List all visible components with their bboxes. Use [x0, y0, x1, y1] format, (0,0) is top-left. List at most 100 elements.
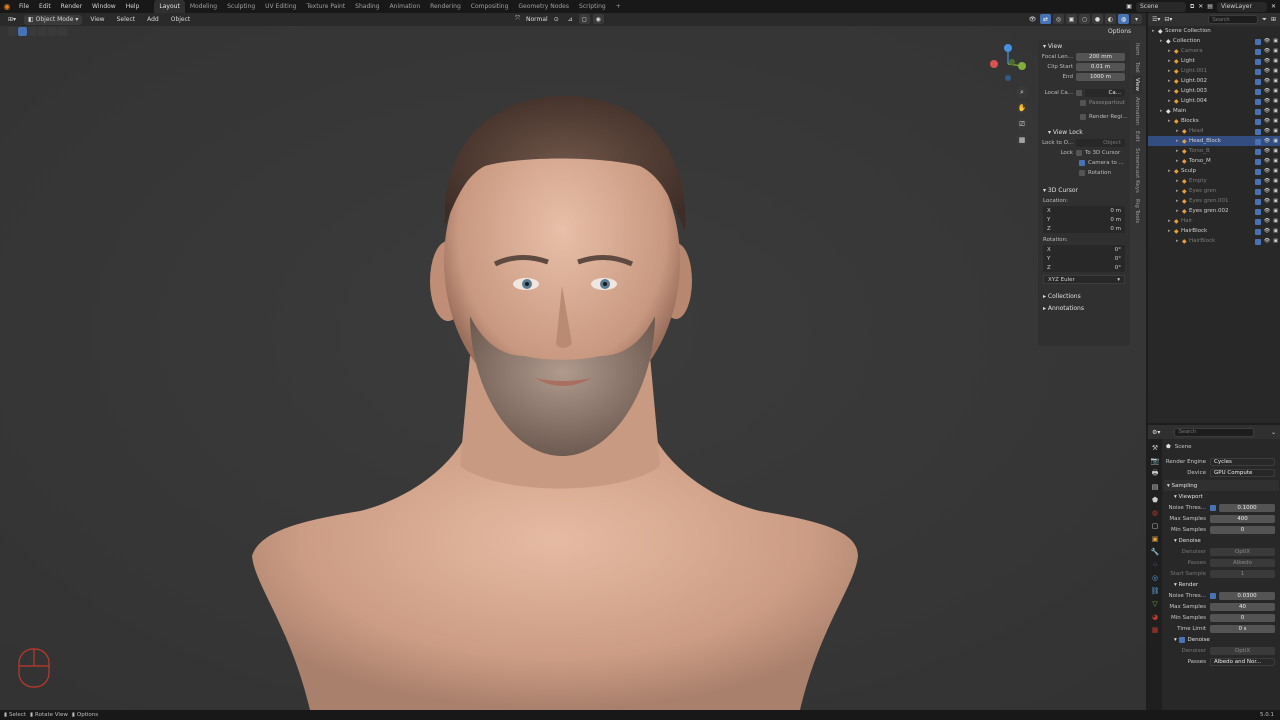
render-visibility-icon[interactable]: ▣ — [1273, 68, 1278, 75]
r-passes-dropdown[interactable]: Albedo and Nor... — [1210, 657, 1275, 666]
wireframe-shading-icon[interactable]: ○ — [1079, 14, 1090, 24]
eye-icon[interactable]: 👁 — [1264, 38, 1270, 45]
scene-tab-icon[interactable]: ⬟ — [1150, 495, 1160, 505]
exclude-checkbox[interactable] — [1254, 188, 1261, 195]
menu-help[interactable]: Help — [121, 0, 145, 13]
rotation-lock-checkbox[interactable] — [1079, 170, 1085, 176]
tab-geometry-nodes[interactable]: Geometry Nodes — [513, 0, 574, 13]
render-visibility-icon[interactable]: ▣ — [1273, 238, 1278, 245]
material-shading-icon[interactable]: ◐ — [1105, 14, 1116, 24]
clip-end-field[interactable]: 1000 m — [1076, 73, 1125, 81]
render-visibility-icon[interactable]: ▣ — [1273, 58, 1278, 65]
view-menu[interactable]: View — [86, 15, 108, 25]
eye-icon[interactable]: 👁 — [1264, 68, 1270, 75]
tab-animation-side[interactable]: Animation — [1132, 94, 1142, 128]
exclude-checkbox[interactable] — [1254, 48, 1261, 55]
material-tab-icon[interactable]: ◕ — [1150, 612, 1160, 622]
outliner-search-input[interactable] — [1208, 15, 1259, 24]
render-visibility-icon[interactable]: ▣ — [1273, 168, 1278, 175]
scene-selector[interactable]: Scene — [1135, 1, 1186, 12]
render-region-checkbox[interactable] — [1080, 114, 1086, 120]
add-workspace-button[interactable]: + — [611, 0, 626, 13]
clip-start-field[interactable]: 0.01 m — [1076, 63, 1125, 71]
filter-icon[interactable]: ⏷ — [1262, 16, 1267, 24]
add-menu[interactable]: Add — [143, 15, 163, 25]
close-scene-icon[interactable]: ✕ — [1198, 3, 1203, 10]
pin-icon[interactable]: ⌄ — [1271, 429, 1276, 436]
device-dropdown[interactable]: GPU Compute — [1210, 468, 1275, 477]
gizmo-toggle-icon[interactable]: ⇄ — [1040, 14, 1051, 24]
exclude-checkbox[interactable] — [1254, 228, 1261, 235]
local-camera-checkbox[interactable] — [1076, 90, 1082, 96]
exclude-checkbox[interactable] — [1254, 68, 1261, 75]
select-extend-icon[interactable] — [28, 27, 37, 36]
pan-hand-icon[interactable]: ✋ — [1016, 102, 1028, 114]
navigation-gizmo[interactable] — [986, 42, 1030, 86]
select-menu[interactable]: Select — [113, 15, 140, 25]
pivot-icon[interactable]: ⊙ — [551, 14, 562, 24]
tab-uv-editing[interactable]: UV Editing — [260, 0, 301, 13]
properties-editor-icon[interactable]: ⚙▾ — [1152, 429, 1160, 436]
outliner-editor-icon[interactable]: ☰▾ — [1152, 16, 1160, 23]
tweak-tool-icon[interactable] — [8, 27, 17, 36]
select-invert-icon[interactable] — [48, 27, 57, 36]
tool-tab-icon[interactable]: ⚒ — [1150, 443, 1160, 453]
solid-shading-icon[interactable]: ● — [1092, 14, 1103, 24]
snap-target-icon[interactable]: ◻ — [578, 14, 590, 24]
tab-shading[interactable]: Shading — [350, 0, 384, 13]
outliner-row[interactable]: ▸ ◆ Eyes gren.002 👁 ▣ — [1148, 206, 1280, 216]
eye-icon[interactable]: 👁 — [1264, 48, 1270, 55]
cursor-rot-y-field[interactable]: Y 0° — [1043, 254, 1125, 263]
exclude-checkbox[interactable] — [1254, 108, 1261, 115]
start-sample-field[interactable]: 1 — [1210, 569, 1275, 578]
r-denoise-checkbox[interactable] — [1178, 636, 1185, 643]
outliner-row[interactable]: ▸ ◆ HairBlock 👁 ▣ — [1148, 226, 1280, 236]
exclude-checkbox[interactable] — [1254, 78, 1261, 85]
render-visibility-icon[interactable]: ▣ — [1273, 148, 1278, 155]
output-tab-icon[interactable]: 🖶 — [1150, 469, 1160, 479]
local-camera-field[interactable]: Ca... — [1085, 89, 1125, 97]
editor-type-icon[interactable]: ⊞▾ — [4, 15, 20, 25]
render-visibility-icon[interactable]: ▣ — [1273, 98, 1278, 105]
exclude-checkbox[interactable] — [1254, 168, 1261, 175]
lock-to-object-field[interactable]: Object — [1076, 139, 1125, 147]
r-min-field[interactable]: 0 — [1210, 613, 1275, 622]
outliner-row[interactable]: ▸ ◆ Hair 👁 ▣ — [1148, 216, 1280, 226]
r-max-field[interactable]: 40 — [1210, 602, 1275, 611]
physics-tab-icon[interactable]: ◎ — [1150, 573, 1160, 583]
xray-toggle-icon[interactable]: ▣ — [1066, 14, 1077, 24]
denoiser-dropdown[interactable]: OptiX — [1210, 547, 1275, 556]
render-visibility-icon[interactable]: ▣ — [1273, 48, 1278, 55]
outliner-row[interactable]: ▸ ◆ Sculp 👁 ▣ — [1148, 166, 1280, 176]
constraints-tab-icon[interactable]: ⛓ — [1150, 586, 1160, 596]
vp-noise-checkbox[interactable] — [1210, 504, 1216, 511]
rendered-shading-icon[interactable]: ◍ — [1118, 14, 1129, 24]
render-visibility-icon[interactable]: ▣ — [1273, 118, 1278, 125]
eye-icon[interactable]: 👁 — [1264, 118, 1270, 125]
eye-icon[interactable]: 👁 — [1264, 238, 1270, 245]
render-visibility-icon[interactable]: ▣ — [1273, 128, 1278, 135]
eye-icon[interactable]: 👁 — [1264, 148, 1270, 155]
tab-texture-paint[interactable]: Texture Paint — [301, 0, 350, 13]
snap-icon[interactable]: ⊿ — [565, 14, 576, 24]
view-section-header[interactable]: ▾ View — [1038, 40, 1130, 52]
exclude-checkbox[interactable] — [1254, 138, 1261, 145]
tab-rig-tools[interactable]: Rig Tools — [1132, 196, 1142, 226]
proportional-edit-icon[interactable]: ◉ — [592, 14, 604, 24]
grid-toggle-icon[interactable]: ▦ — [1016, 134, 1028, 146]
select-intersect-icon[interactable] — [58, 27, 67, 36]
eye-icon[interactable]: 👁 — [1264, 198, 1270, 205]
tab-sculpting[interactable]: Sculpting — [222, 0, 260, 13]
new-collection-icon[interactable]: ⊞ — [1271, 16, 1276, 23]
vp-max-field[interactable]: 400 — [1210, 514, 1275, 523]
display-mode-icon[interactable]: ⊟▾ — [1164, 16, 1172, 23]
eye-icon[interactable]: 👁 — [1264, 168, 1270, 175]
vp-min-field[interactable]: 0 — [1210, 525, 1275, 534]
eye-icon[interactable]: 👁 — [1264, 128, 1270, 135]
exclude-checkbox[interactable] — [1254, 178, 1261, 185]
eye-icon[interactable]: 👁 — [1264, 228, 1270, 235]
annotations-header[interactable]: ▸ Annotations — [1038, 302, 1130, 314]
shading-options-icon[interactable]: ▾ — [1131, 14, 1142, 24]
eye-icon[interactable]: 👁 — [1264, 108, 1270, 115]
exclude-checkbox[interactable] — [1254, 88, 1261, 95]
